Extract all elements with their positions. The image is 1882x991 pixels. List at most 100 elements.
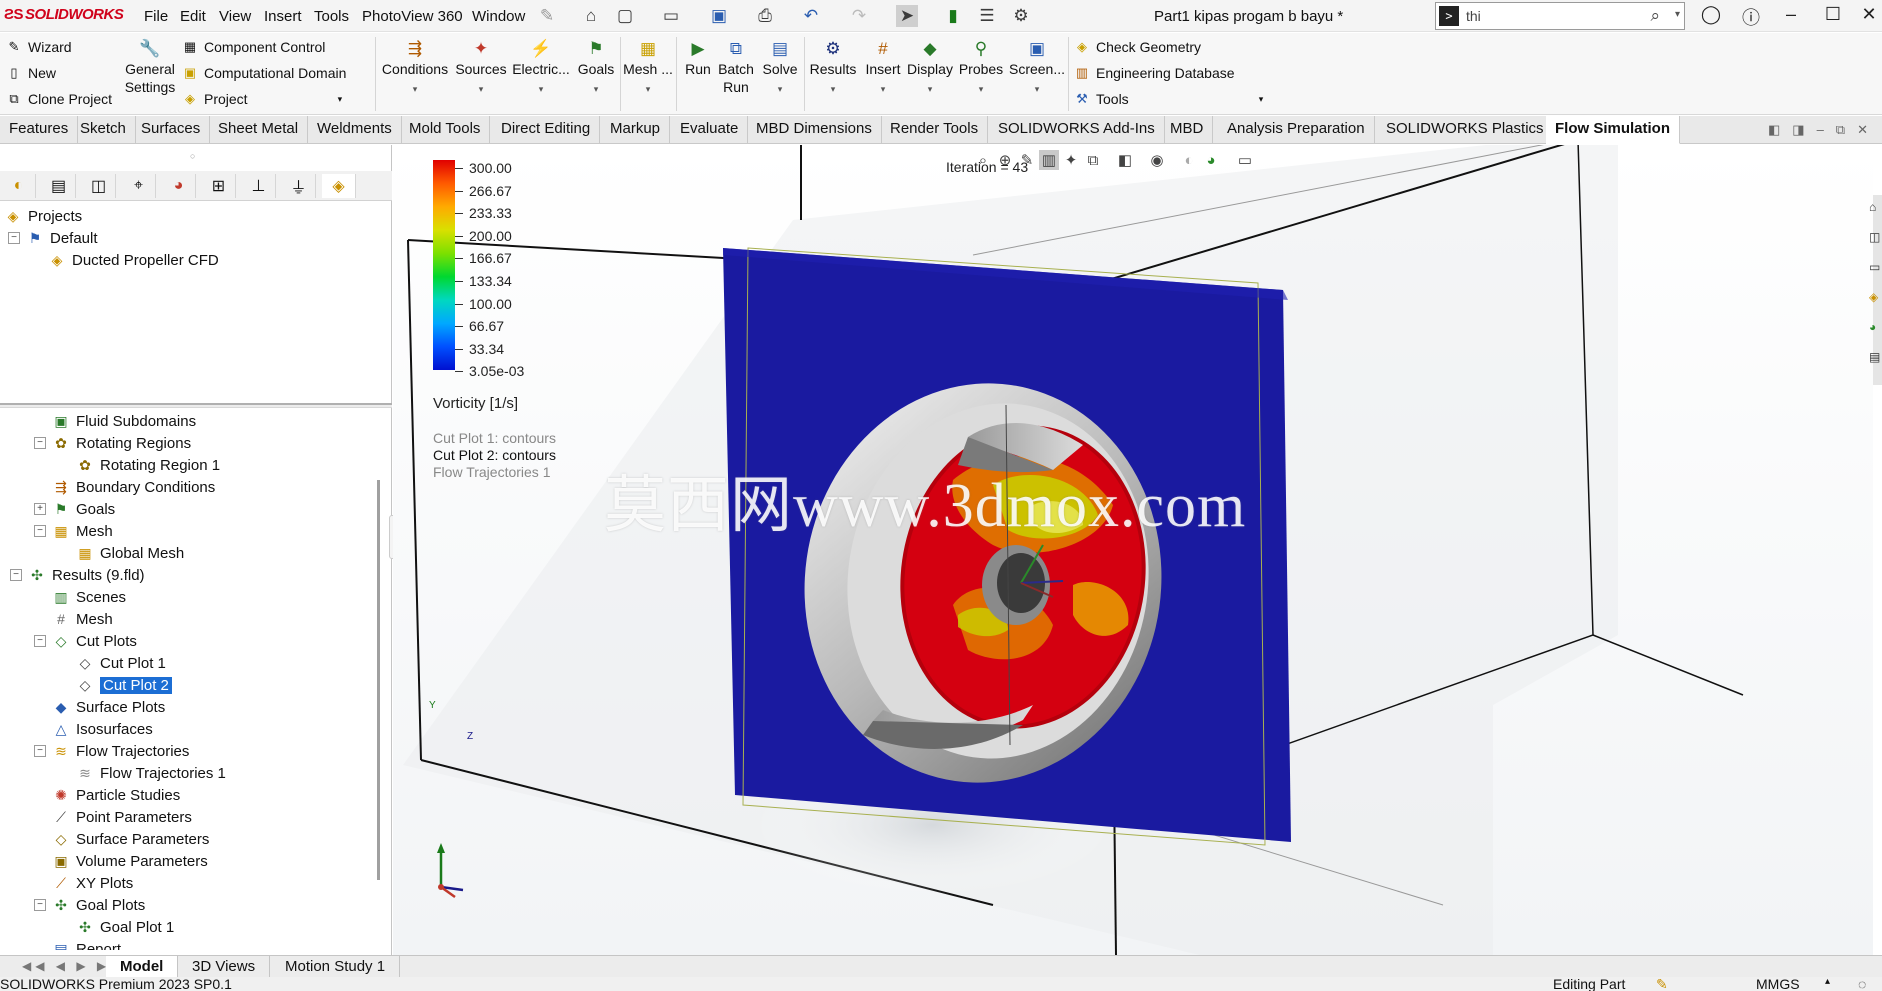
menu-window[interactable]: Window (472, 8, 525, 25)
tree-node[interactable]: ▣ Volume Parameters (0, 850, 390, 872)
collapse-toggle[interactable]: − (34, 899, 46, 911)
tab-model[interactable]: Model (106, 956, 179, 978)
dimxpert-tab-icon[interactable]: ⌖ (122, 174, 156, 198)
collapse-toggle[interactable]: − (34, 437, 46, 449)
close-icon[interactable]: ✕ (1856, 4, 1882, 25)
project-menu-button[interactable]: ◈ Project ▾ (182, 91, 342, 107)
tree-node[interactable]: # Mesh (0, 608, 390, 630)
wizard-button[interactable]: ✎ Wizard (6, 39, 72, 55)
panel-window-controls[interactable]: ◧◨–⧉✕ (1768, 122, 1880, 138)
plot-label-cut-plot-1[interactable]: Cut Plot 1: contours (433, 430, 556, 446)
collapse-toggle[interactable]: − (34, 635, 46, 647)
menu-file[interactable]: File (144, 8, 168, 25)
new-project-button[interactable]: ▯ New (6, 65, 56, 81)
rebuild-status-icon[interactable]: ✎ (1656, 977, 1668, 991)
search-box[interactable]: > thi ⌕ ▾ (1435, 2, 1685, 30)
conditions-button[interactable]: ⇶ Conditions ▾ (380, 38, 450, 98)
tree-node[interactable]: ✣ Goal Plot 1 (0, 916, 390, 938)
filter-tab-icon[interactable]: ⏚ (282, 174, 316, 198)
view-palette-icon[interactable]: ◈ (1869, 290, 1882, 310)
home-icon[interactable]: ⌂ (580, 5, 602, 27)
select-cursor-icon[interactable]: ➤ (896, 5, 918, 27)
apply-scene-icon[interactable]: ◕ (1201, 150, 1221, 170)
menu-insert[interactable]: Insert (264, 8, 302, 25)
tree-node[interactable]: − ✣ Goal Plots (0, 894, 390, 916)
tab-solidworks-plastics[interactable]: SOLIDWORKS Plastics (1377, 116, 1554, 144)
tree-node[interactable]: △ Isosurfaces (0, 718, 390, 740)
collapse-toggle[interactable]: − (34, 525, 46, 537)
tab-weldments[interactable]: Weldments (308, 116, 402, 144)
tree-node[interactable]: ▦ Global Mesh (0, 542, 390, 564)
electrical-button[interactable]: ⚡ Electric... ▾ (512, 38, 570, 98)
view-orientation-icon[interactable]: ⧉ (1083, 150, 1103, 170)
user-account-icon[interactable]: ◯ (1698, 4, 1724, 25)
plot-label-cut-plot-2[interactable]: Cut Plot 2: contours (433, 447, 556, 463)
expand-toggle[interactable]: + (34, 503, 46, 515)
general-settings-button[interactable]: 🔧 General Settings (124, 38, 176, 96)
results-button[interactable]: ⚙ Results ▾ (806, 38, 860, 98)
computational-domain-button[interactable]: ▣ Computational Domain (182, 65, 347, 81)
tree-node[interactable]: ✺ Particle Studies (0, 784, 390, 806)
panel-splitter[interactable] (0, 403, 392, 408)
display-style-icon[interactable]: ◧ (1115, 150, 1135, 170)
tree-node-projects[interactable]: ◈ Projects (4, 205, 219, 227)
appearances-icon[interactable]: ◕ (1869, 320, 1882, 340)
tab-motion-study-1[interactable]: Motion Study 1 (271, 956, 401, 978)
undo-icon[interactable]: ↶ (800, 5, 822, 27)
tree-node[interactable]: ◇ Surface Parameters (0, 828, 390, 850)
design-library-icon[interactable]: ◫ (1869, 230, 1882, 250)
unit-system-selector[interactable]: MMGS (1756, 977, 1800, 991)
feature-manager-tab-icon[interactable]: ◐ (2, 174, 36, 198)
search-icon[interactable]: ⌕ (1650, 6, 1660, 26)
zoom-area-icon[interactable]: ⊕ (995, 150, 1015, 170)
tab-solidworks-add-ins[interactable]: SOLIDWORKS Add-Ins (989, 116, 1165, 144)
tree-node[interactable]: − ▦ Mesh (0, 520, 390, 542)
sources-button[interactable]: ✦ Sources ▾ (452, 38, 510, 98)
run-button[interactable]: ▶ Run (680, 38, 716, 78)
project-dropdown-icon[interactable]: ▾ (338, 94, 343, 105)
menu-tools[interactable]: Tools (314, 8, 349, 25)
maximize-icon[interactable]: ☐ (1820, 4, 1846, 25)
tree-node[interactable]: − ✿ Rotating Regions (0, 432, 390, 454)
menu-view[interactable]: View (219, 8, 251, 25)
minimize-icon[interactable]: – (1778, 4, 1804, 25)
tree-node[interactable]: ▥ Scenes (0, 586, 390, 608)
tree-node[interactable]: ◇ Cut Plot 2 (0, 674, 390, 696)
display-button[interactable]: ◆ Display ▾ (906, 38, 954, 98)
help-icon[interactable]: ⓘ (1738, 4, 1764, 30)
tree-node[interactable]: ◆ Surface Plots (0, 696, 390, 718)
previous-view-icon[interactable]: ✎ (1017, 150, 1037, 170)
status-help-icon[interactable]: ◌ (1858, 977, 1866, 991)
tree-node[interactable]: + ⚑ Goals (0, 498, 390, 520)
pin-icon[interactable]: ✎ (536, 5, 558, 27)
property-manager-tab-icon[interactable]: ▤ (42, 174, 76, 198)
display-manager-tab-icon[interactable]: ◕ (162, 174, 196, 198)
engineering-database-button[interactable]: ▥ Engineering Database (1074, 65, 1235, 81)
edit-appearance-icon[interactable]: ◐ (1179, 150, 1199, 170)
tree-node[interactable]: ≋ Flow Trajectories 1 (0, 762, 390, 784)
tab-markup[interactable]: Markup (601, 116, 671, 144)
custom-properties-icon[interactable]: ▤ (1869, 350, 1882, 370)
tab-evaluate[interactable]: Evaluate (671, 116, 749, 144)
tree-node[interactable]: ⇶ Boundary Conditions (0, 476, 390, 498)
check-geometry-button[interactable]: ◈ Check Geometry (1074, 39, 1201, 55)
tree-node[interactable]: − ✣ Results (9.fld) (0, 564, 390, 586)
tab-sheet-metal[interactable]: Sheet Metal (209, 116, 309, 144)
tab-analysis-preparation[interactable]: Analysis Preparation (1218, 116, 1375, 144)
tools-dropdown-icon[interactable]: ▾ (1259, 94, 1264, 105)
redo-icon[interactable]: ↷ (848, 5, 870, 27)
tab-3d-views[interactable]: 3D Views (178, 956, 271, 978)
tree-node[interactable]: − ◇ Cut Plots (0, 630, 390, 652)
print-icon[interactable]: ⎙ (754, 5, 776, 27)
tab-mold-tools[interactable]: Mold Tools (400, 116, 491, 144)
resources-icon[interactable]: ⌂ (1869, 200, 1882, 220)
zoom-to-fit-icon[interactable]: ⌕ (973, 150, 993, 170)
panel-collapse-handle[interactable]: ○ (190, 151, 195, 161)
probes-button[interactable]: ⚲ Probes ▾ (956, 38, 1006, 98)
insert-button[interactable]: # Insert ▾ (860, 38, 906, 98)
flow-simulation-tab-icon[interactable]: ◈ (322, 174, 356, 198)
collapse-toggle[interactable]: − (34, 745, 46, 757)
collapse-toggle[interactable]: − (8, 232, 20, 244)
batch-run-button[interactable]: ⧉ Batch Run (716, 38, 756, 96)
tree-node-default[interactable]: − ⚑ Default (4, 227, 219, 249)
